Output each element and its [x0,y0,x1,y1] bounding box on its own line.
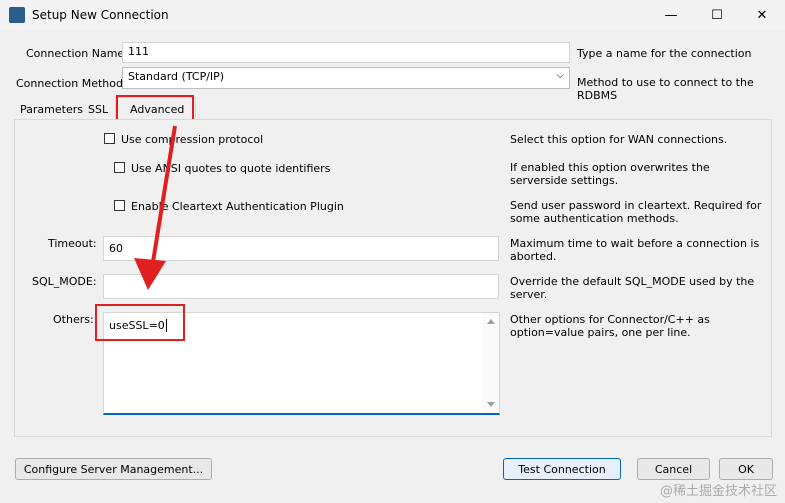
minimize-button[interactable]: — [648,0,694,30]
connection-method-help: Method to use to connect to the RDBMS [577,76,754,102]
timeout-label: Timeout: [48,237,97,250]
connection-method-select[interactable]: Standard (TCP/IP) ⌵ [122,67,570,89]
others-label: Others: [53,313,94,326]
connection-name-label: Connection Name: [26,47,128,60]
timeout-help: Maximum time to wait before a connection… [510,237,760,263]
cancel-button[interactable]: Cancel [637,458,710,480]
annotation-box-others [95,304,185,341]
compression-help: Select this option for WAN connections. [510,133,728,146]
arrow-shaft [150,125,177,269]
sql-mode-help: Override the default SQL_MODE used by th… [510,275,755,301]
test-connection-button[interactable]: Test Connection [503,458,621,480]
scroll-up-icon[interactable] [487,319,495,324]
window-title: Setup New Connection [32,8,169,22]
ok-button[interactable]: OK [719,458,773,480]
connection-name-help: Type a name for the connection [577,47,752,60]
configure-server-button[interactable]: Configure Server Management... [15,458,212,480]
ansi-quotes-help: If enabled this option overwrites the se… [510,161,710,187]
tab-ssl[interactable]: SSL [88,99,108,119]
scroll-down-icon[interactable] [487,402,495,407]
cleartext-help: Send user password in cleartext. Require… [510,199,762,225]
chevron-down-icon: ⌵ [556,70,564,81]
maximize-button[interactable]: ☐ [694,0,740,30]
connection-method-value: Standard (TCP/IP) [128,70,225,83]
arrow-head [134,258,166,290]
close-button[interactable]: ✕ [739,0,785,30]
tab-parameters[interactable]: Parameters [20,99,83,119]
annotation-arrow [134,125,177,290]
scrollbar[interactable] [483,313,499,413]
compression-checkbox[interactable] [104,133,115,144]
title-bar: Setup New Connection — ☐ ✕ [0,0,785,30]
watermark: @稀土掘金技术社区 [659,484,777,499]
connection-method-label: Connection Method: [16,77,127,90]
connection-name-input[interactable]: 111 [122,42,570,63]
sql-mode-label: SQL_MODE: [32,275,97,288]
others-help: Other options for Connector/C++ as optio… [510,313,710,339]
app-icon [9,7,25,23]
